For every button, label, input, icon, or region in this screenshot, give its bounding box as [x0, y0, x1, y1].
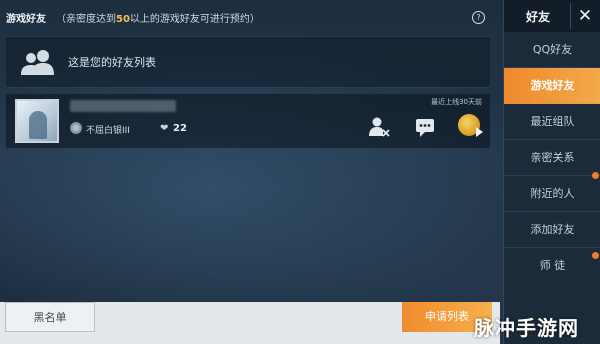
blacklist-button[interactable]: 黑名单 — [5, 302, 95, 332]
rank-badge-icon — [70, 122, 82, 134]
last-online: 最近上线30天前 — [431, 98, 482, 106]
heart-icon: ❤ — [160, 123, 169, 134]
remove-friend-icon[interactable] — [368, 116, 390, 138]
sidebar-item-intimacy[interactable]: 亲密关系 — [504, 140, 600, 176]
friends-group-icon — [21, 50, 54, 75]
sidebar-item-game-friends[interactable]: 游戏好友 — [504, 68, 600, 104]
bottom-bar: 黑名单 申请列表 — [0, 302, 500, 344]
friends-panel: 游戏好友 （亲密度达到50以上的游戏好友可进行预约） ? 这是您的好友列表 不屈… — [0, 0, 500, 344]
sidebar-header: 好友 ✕ — [504, 0, 600, 32]
watermark: 脉冲手游网 — [474, 316, 579, 340]
banner-text: 这是您的好友列表 — [68, 56, 156, 69]
sidebar-item-master-apprentice[interactable]: 师 徒 — [504, 248, 600, 284]
rank-label: 不屈白银III — [86, 126, 130, 136]
gift-icon[interactable] — [458, 114, 483, 137]
sidebar-item-nearby[interactable]: 附近的人 — [504, 176, 600, 212]
close-icon[interactable]: ✕ — [570, 3, 599, 29]
notification-dot — [592, 252, 599, 259]
chat-icon[interactable] — [414, 116, 436, 138]
top-bar: 游戏好友 （亲密度达到50以上的游戏好友可进行预约） ? — [0, 0, 500, 34]
sidebar-title: 好友 — [526, 10, 551, 24]
avatar[interactable] — [15, 99, 59, 143]
question-circle-icon[interactable]: ? — [472, 11, 485, 24]
friends-sidebar: 好友 ✕ QQ好友 游戏好友 最近组队 亲密关系 附近的人 添加好友 师 徒 — [503, 0, 600, 344]
sidebar-item-add-friend[interactable]: 添加好友 — [504, 212, 600, 248]
notification-dot — [592, 172, 599, 179]
sidebar-item-qq-friends[interactable]: QQ好友 — [504, 32, 600, 68]
friend-name-blurred — [70, 100, 176, 112]
friend-row[interactable]: 不屈白银III ❤ 22 最近上线30天前 — [6, 94, 490, 148]
panel-title: 游戏好友 — [6, 13, 46, 25]
intimacy-notice: （亲密度达到50以上的游戏好友可进行预约） — [56, 13, 260, 25]
intimacy-value: 22 — [173, 123, 187, 134]
sidebar-item-recent-team[interactable]: 最近组队 — [504, 104, 600, 140]
friend-list-banner: 这是您的好友列表 — [6, 36, 490, 88]
